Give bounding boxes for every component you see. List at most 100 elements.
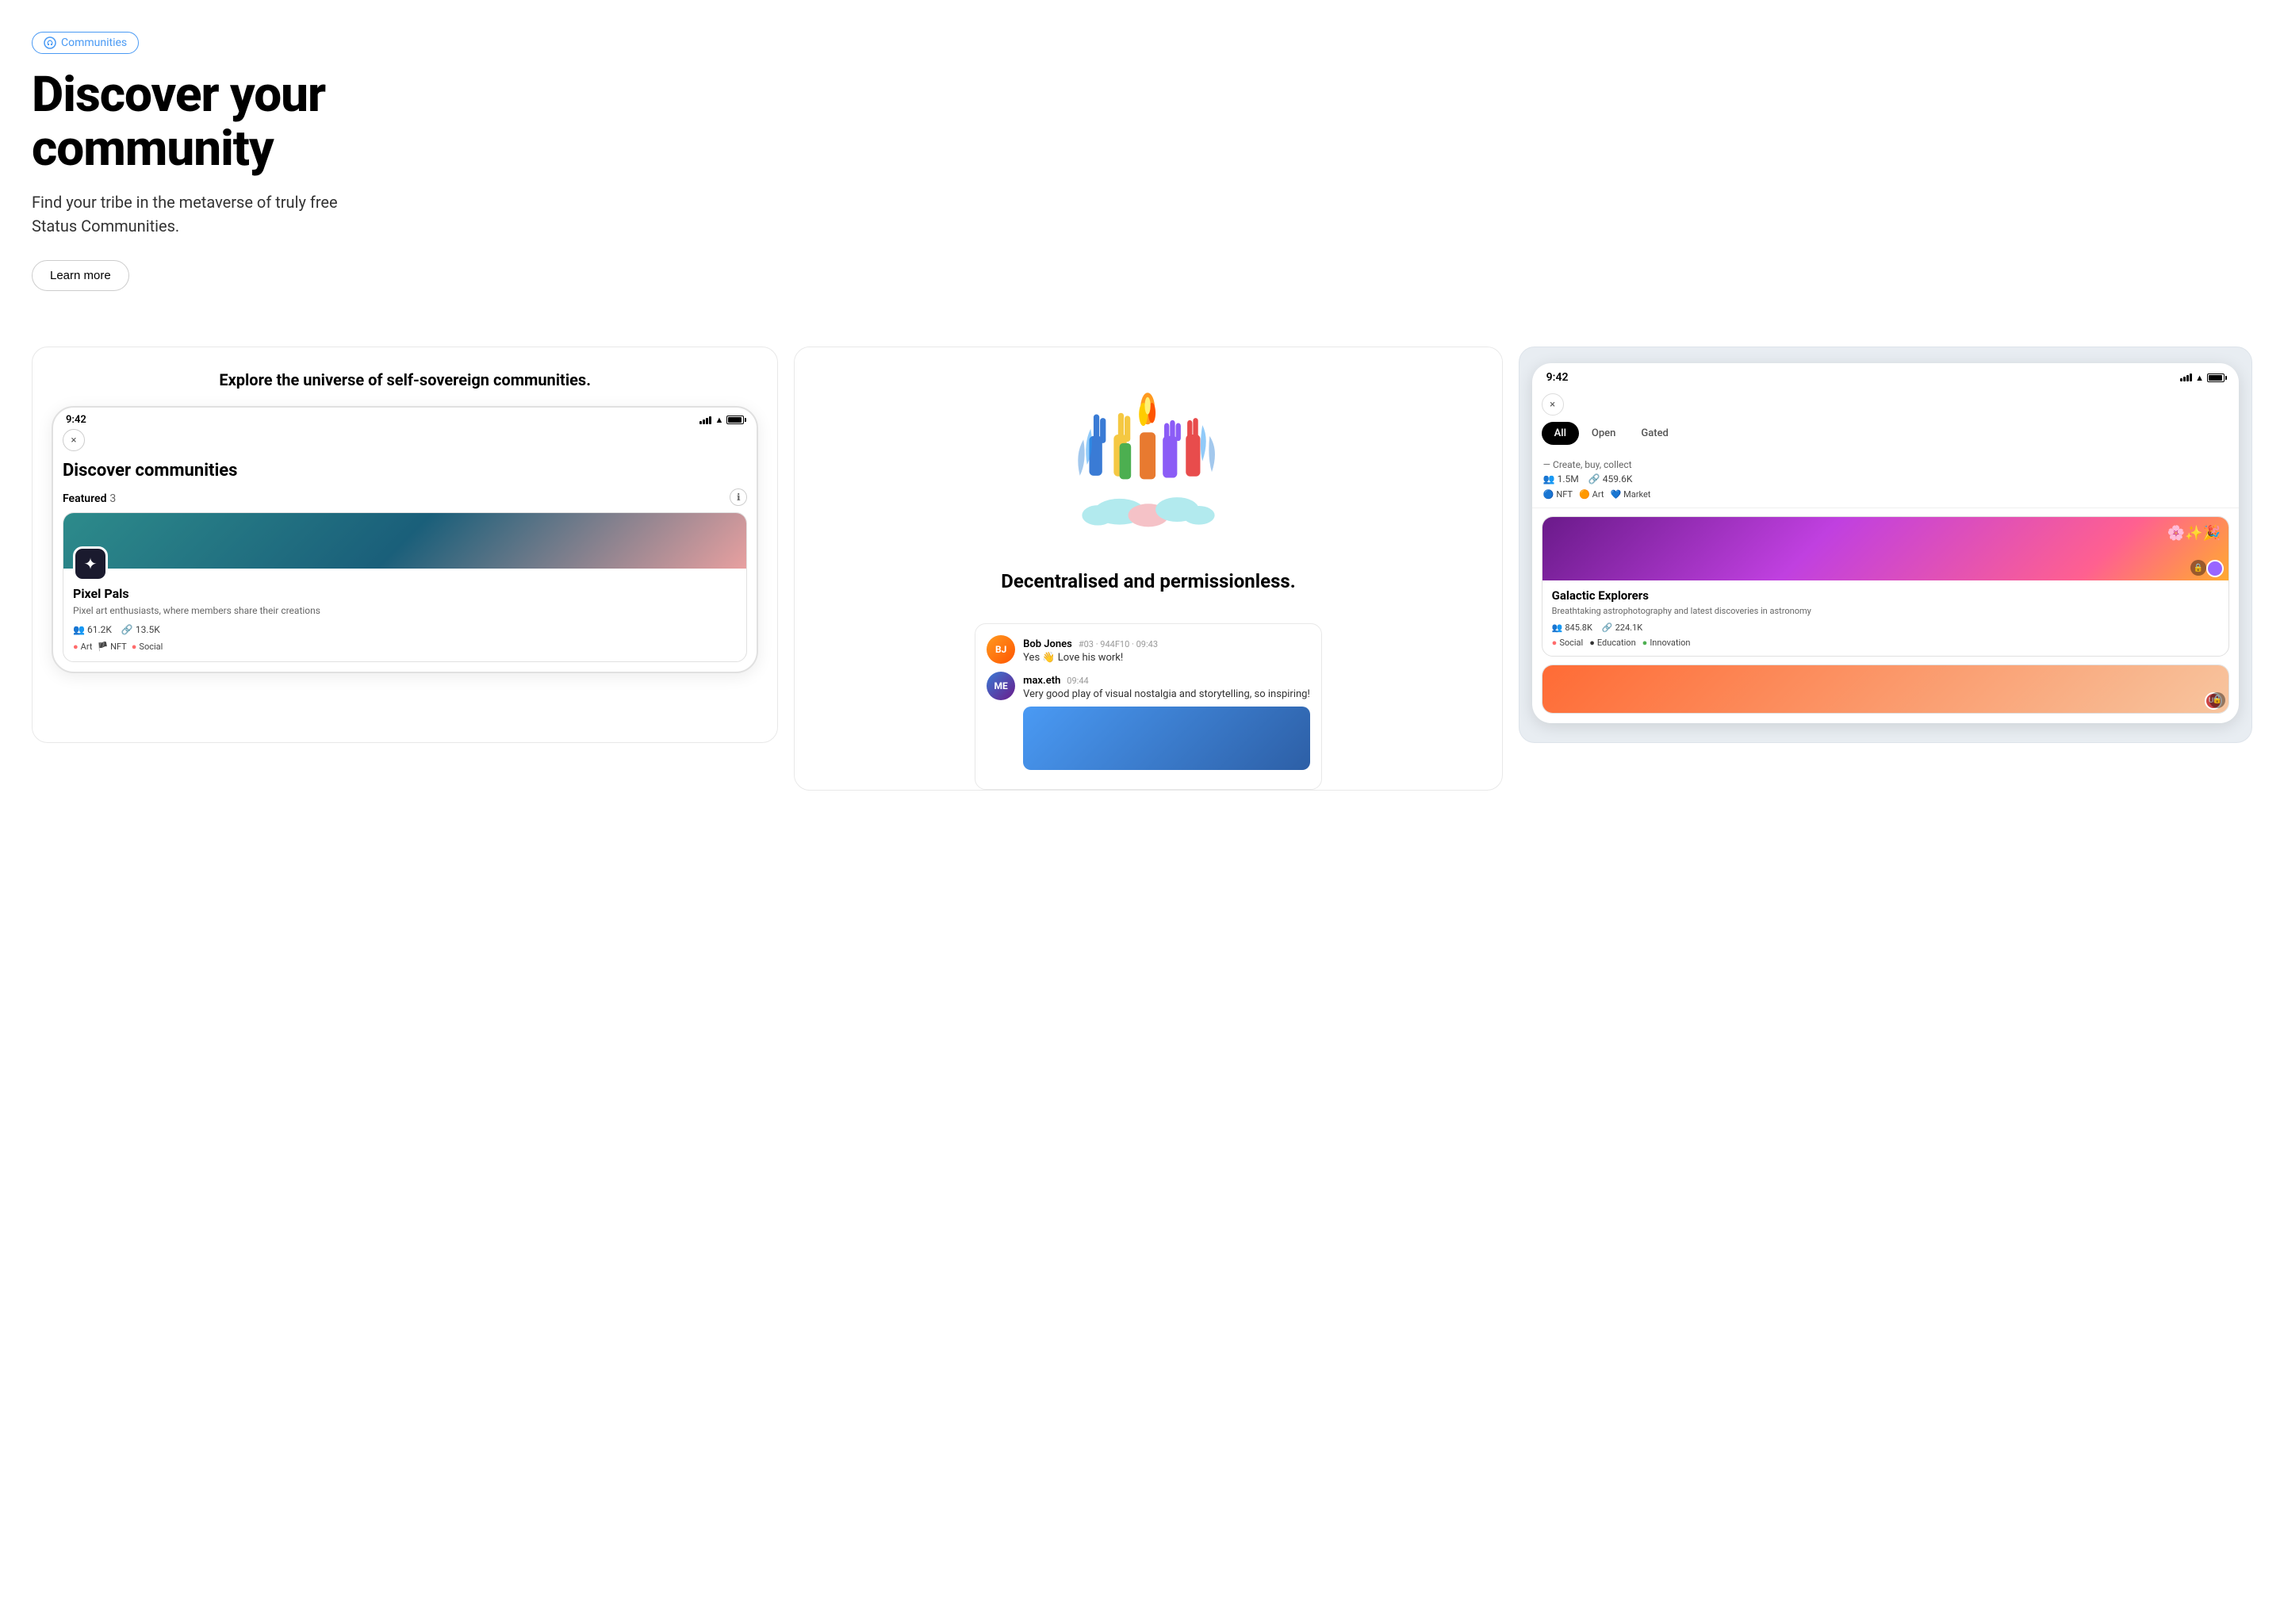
filter-tab-all[interactable]: All [1542,422,1579,445]
middle-card-title: Decentralised and permissionless. [1001,569,1295,594]
featured-row: Featured 3 ℹ [63,488,747,506]
left-card-title: Explore the universe of self-sovereign c… [52,370,758,390]
members-icon: 👥 [73,624,85,635]
learn-more-button[interactable]: Learn more [32,260,129,291]
featured-info-icon[interactable]: ℹ [730,488,747,506]
signal-icon [699,416,711,424]
discover-communities-title: Discover communities [63,461,747,481]
tag-social: ● Social [132,642,163,652]
right-stat2: 🔗 459.6K [1588,473,1633,485]
community-list-tagline: — Create, buy, collect [1543,459,2228,470]
chat-text-2: Very good play of visual nostalgia and s… [1023,688,1310,700]
community-info: Pixel Pals Pixel art enthusiasts, where … [63,569,746,661]
communities-icon [44,36,56,49]
left-close-button[interactable]: × [63,429,85,451]
filter-tabs: All Open Gated [1542,422,2229,445]
galactic-tag-social: ● Social [1552,638,1584,648]
chat-user2-meta: 09:44 [1067,676,1088,686]
right-close-button[interactable]: × [1542,393,1564,416]
community-card: ✦ Pixel Pals Pixel art enthusiasts, wher… [63,512,747,662]
second-community-banner: UR 🔒 [1542,665,2228,713]
hero-title: Discover your community [32,68,523,176]
chat-user2-name: max.eth [1023,675,1060,687]
chat-content-2: max.eth 09:44 Very good play of visual n… [1023,672,1310,770]
right-phone-time: 9:42 [1546,371,1569,384]
galactic-avatar [2206,560,2224,577]
right-phone-mockup: 9:42 ▲ × All Open Gated [1532,363,2239,722]
chat-message-2: ME max.eth 09:44 Very good play of visua… [987,672,1310,770]
galactic-tag-innovation: ● Innovation [1642,638,1691,648]
tokens-icon: 🔗 [121,624,133,635]
community-description: Pixel art enthusiasts, where members sha… [73,604,737,618]
community-stats: 👥 61.2K 🔗 13.5K [73,624,737,635]
hands-illustration-svg [1069,371,1228,530]
chat-user1-meta: #03 · 944F10 · 09:43 [1079,639,1158,649]
filter-tab-open[interactable]: Open [1579,422,1628,445]
chat-text-1: Yes 👋 Love his work! [1023,652,1158,664]
left-card: Explore the universe of self-sovereign c… [32,347,778,743]
hands-illustration-container [795,347,1501,553]
chat-message-1: BJ Bob Jones #03 · 944F10 · 09:43 Yes 👋 … [987,635,1310,664]
galactic-name: Galactic Explorers [1552,588,2219,603]
galactic-tags: ● Social ● Education ● Innovation [1552,638,2219,648]
galactic-banner: 🔒 [1542,517,2228,580]
community-avatar: ✦ [73,546,108,581]
second-community-card: UR 🔒 [1542,665,2229,714]
tokens-stat: 🔗 13.5K [121,624,160,635]
galactic-members-icon: 👥 [1552,622,1563,633]
galactic-stats: 👥 845.8K 🔗 224.1K [1552,622,2219,633]
chat-preview: BJ Bob Jones #03 · 944F10 · 09:43 Yes 👋 … [975,623,1322,790]
wifi-icon: ▲ [715,415,723,425]
middle-card: Decentralised and permissionless. BJ Bob… [794,347,1502,790]
right-signal-icon [2180,373,2192,381]
filter-tab-gated[interactable]: Gated [1628,422,1680,445]
communities-badge[interactable]: Communities [32,32,139,54]
galactic-stat2: 🔗 224.1K [1602,622,1642,633]
galactic-tag-education: ● Education [1589,638,1635,648]
galactic-social-dot: ● [1552,638,1558,648]
right-wifi-icon: ▲ [2195,373,2204,383]
left-phone-time: 9:42 [66,414,86,426]
hero-subtitle: Find your tribe in the metaverse of trul… [32,190,349,238]
featured-count: 3 [109,492,116,505]
left-phone-mockup: 9:42 ▲ × Discover communities [52,406,758,673]
second-lock-icon: 🔒 [2209,692,2225,708]
chat-image-preview [1023,707,1310,770]
galactic-innovation-dot: ● [1642,638,1648,648]
right-tokens-icon: 🔗 [1588,473,1600,485]
right-members-icon: 👥 [1543,473,1555,485]
tag-nft-dot: 🏴 [97,642,108,652]
top-community-item: — Create, buy, collect 👥 1.5M 🔗 459.6K 🔵… [1532,451,2239,508]
left-phone-content: × Discover communities Featured 3 ℹ ✦ Pi… [53,429,757,672]
right-status-bar: 9:42 ▲ [1532,363,2239,389]
featured-label: Featured [63,492,106,505]
community-list-tags: 🔵 NFT 🟠 Art 💙 Market [1543,489,2228,500]
right-tag-art: 🟠 Art [1579,489,1604,500]
tag-nft: 🏴 NFT [97,642,126,652]
chat-content-1: Bob Jones #03 · 944F10 · 09:43 Yes 👋 Lov… [1023,635,1158,664]
right-tag-nft: 🔵 NFT [1543,489,1573,500]
left-phone-icons: ▲ [699,415,744,425]
galactic-tokens-icon: 🔗 [1602,622,1613,633]
chat-avatar-2: ME [987,672,1015,700]
right-tag-market: 💙 Market [1610,489,1650,500]
community-tags: ● Art 🏴 NFT ● Social [73,642,737,652]
community-banner: ✦ [63,513,746,569]
galactic-stat1: 👥 845.8K [1552,622,1592,633]
community-list-stats: 👥 1.5M 🔗 459.6K [1543,473,2228,485]
galactic-lock-icon: 🔒 [2190,560,2206,576]
middle-card-text: Decentralised and permissionless. [979,553,1317,622]
galactic-desc: Breathtaking astrophotography and latest… [1552,605,2219,617]
chat-avatar-1: BJ [987,635,1015,664]
left-status-bar: 9:42 ▲ [53,408,757,429]
right-stat1: 👥 1.5M [1543,473,1579,485]
tag-art: ● Art [73,642,92,652]
cards-section: Explore the universe of self-sovereign c… [0,315,2284,822]
right-market-dot: 💙 [1610,489,1621,500]
battery-icon [726,416,744,424]
galactic-card: 🔒 Galactic Explorers Breathtaking astrop… [1542,516,2229,656]
tag-social-dot: ● [132,642,137,652]
right-battery-icon [2207,373,2225,382]
galactic-education-dot: ● [1589,638,1595,648]
right-art-dot: 🟠 [1579,489,1590,500]
